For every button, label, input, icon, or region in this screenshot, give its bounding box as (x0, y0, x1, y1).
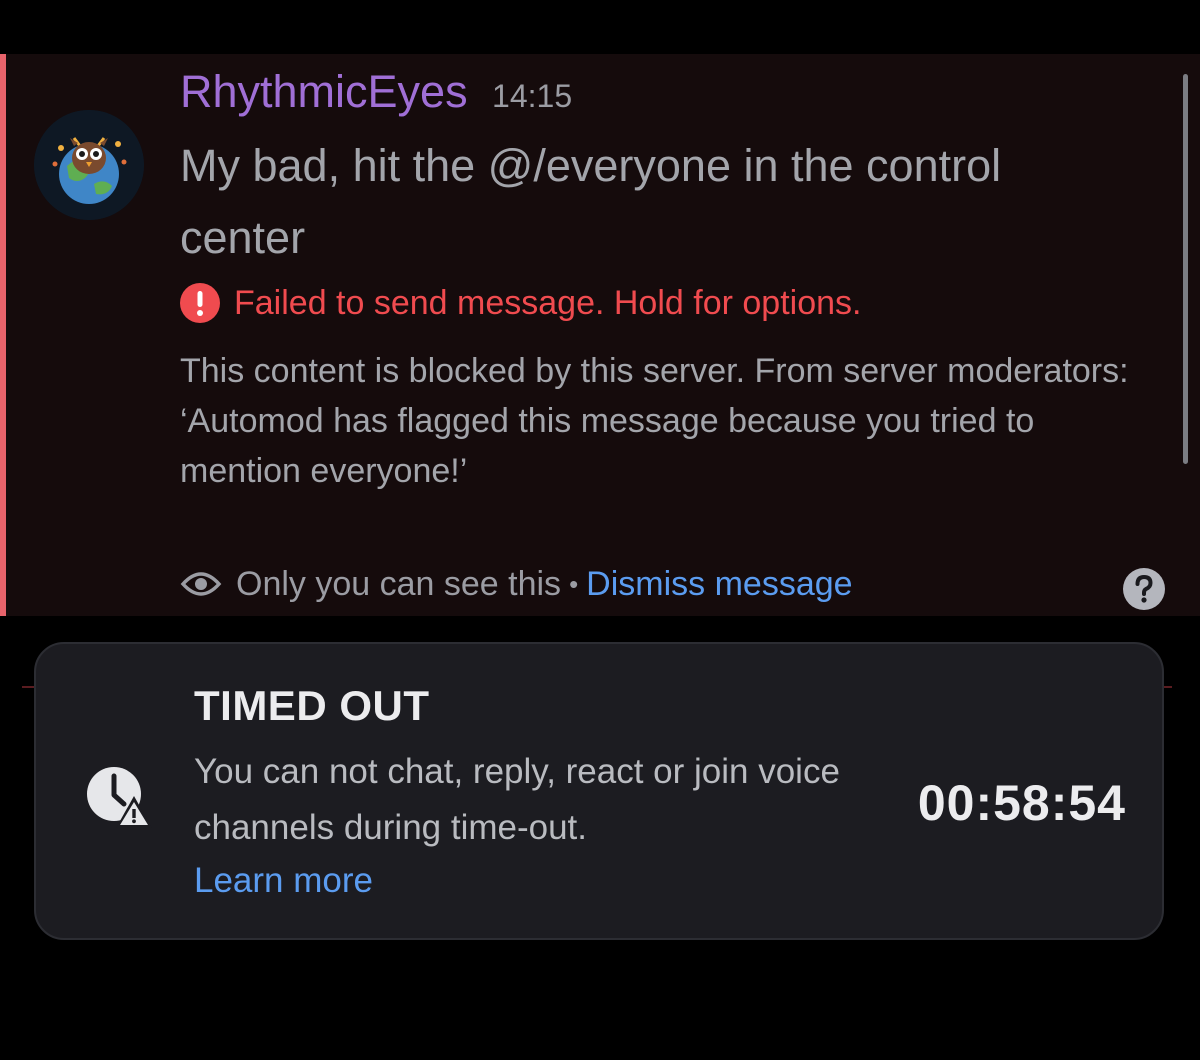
only-you-can-see-text: Only you can see this (236, 564, 562, 603)
automod-notice: This content is blocked by this server. … (180, 346, 1140, 496)
avatar[interactable] (34, 110, 144, 220)
learn-more-link[interactable]: Learn more (194, 856, 373, 906)
timeout-description: You can not chat, reply, react or join v… (194, 752, 840, 847)
scrollbar[interactable] (1183, 74, 1188, 464)
eye-icon (180, 572, 222, 596)
message-header: RhythmicEyes 14:15 (180, 66, 572, 118)
message-content: My bad, hit the @/everyone in the contro… (180, 140, 1002, 263)
separator-dot: • (569, 568, 579, 599)
timeout-countdown: 00:58:54 (917, 775, 1126, 831)
automod-reason: ‘Automod has flagged this message becaus… (180, 402, 1035, 490)
message-timestamp: 14:15 (492, 78, 573, 114)
exclamation-circle-icon (180, 283, 220, 323)
timeout-banner: TIMED OUT You can not chat, reply, react… (34, 642, 1164, 940)
clock-warning-icon (87, 767, 152, 828)
timeout-title: TIMED OUT (194, 682, 430, 729)
send-error-notice[interactable]: Failed to send message. Hold for options… (180, 278, 861, 328)
automod-notice-line: This content is blocked by this server. … (180, 352, 1129, 390)
dismiss-message-link[interactable]: Dismiss message (586, 565, 852, 604)
author-name[interactable]: RhythmicEyes (180, 66, 468, 117)
send-error-text: Failed to send message. Hold for options… (234, 283, 862, 322)
discord-chat-screen: RhythmicEyes 14:15 My bad, hit the @/eve… (0, 0, 1200, 1060)
message-highlight-bar (0, 54, 6, 616)
ephemeral-notice: Only you can see this • Dismiss message (180, 560, 853, 608)
earth-owl-avatar-icon (34, 110, 144, 220)
automod-blocked-message[interactable]: RhythmicEyes 14:15 My bad, hit the @/eve… (0, 54, 1200, 616)
question-circle-icon[interactable] (1123, 568, 1165, 610)
